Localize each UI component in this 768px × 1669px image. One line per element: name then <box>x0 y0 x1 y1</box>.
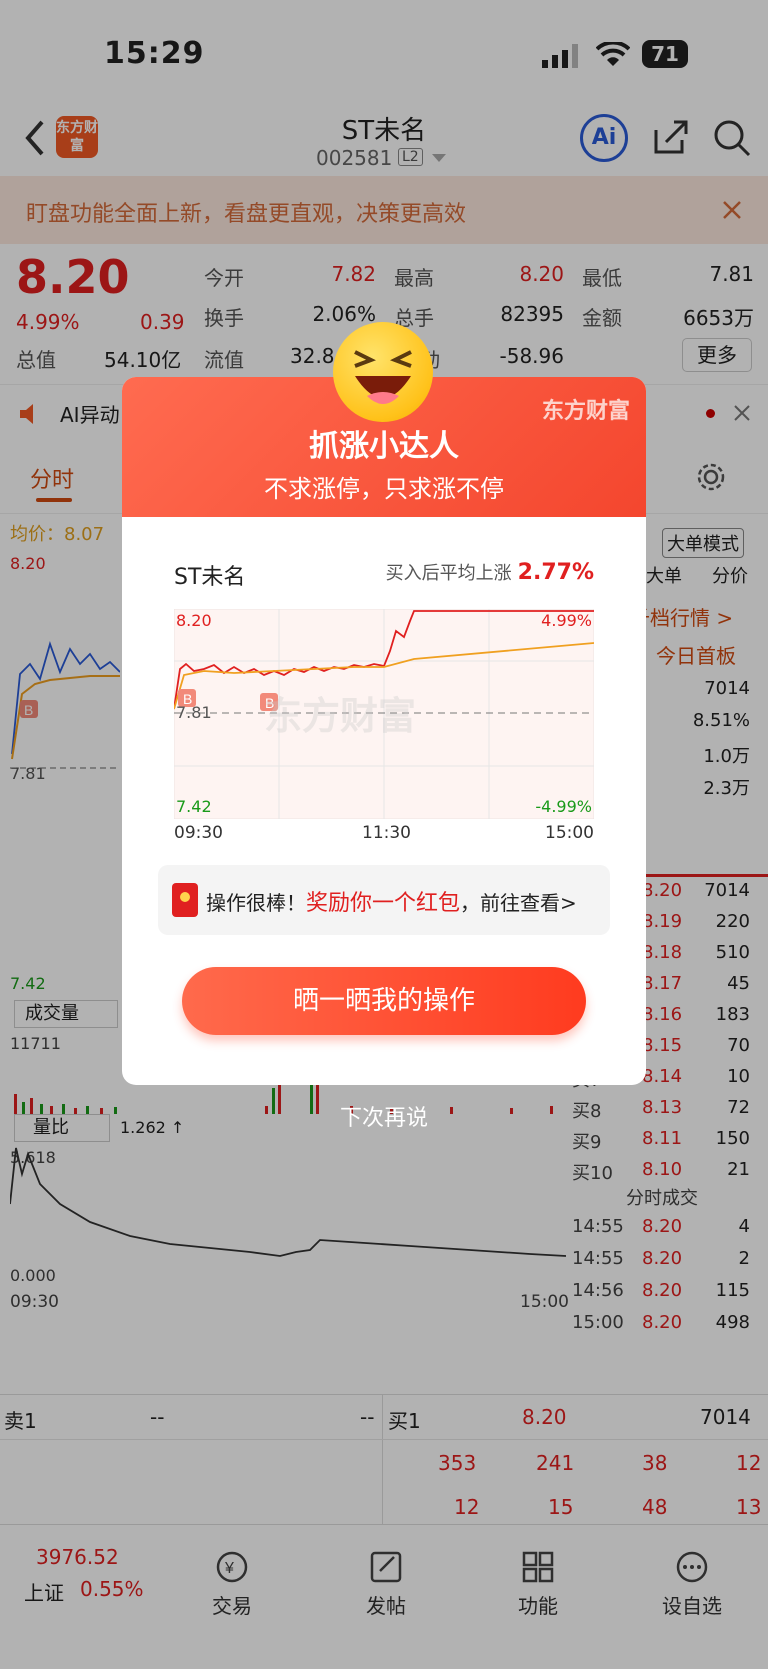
modal-chart-high-pct: 4.99% <box>541 611 592 630</box>
share-operation-button[interactable]: 晒一晒我的操作 <box>182 967 586 1035</box>
red-packet-text: 操作很棒！奖励你一个红包，前往查看> <box>206 891 577 916</box>
modal-chart-high: 8.20 <box>176 611 212 630</box>
modal-subtitle: 不求涨停，只求涨不停 <box>264 475 504 503</box>
laughing-emoji-icon <box>333 322 433 422</box>
modal-chart: B B 8.20 4.99% 7.81 东方财富 7.42 -4.99% <box>173 608 595 820</box>
modal-chart-base: 7.81 <box>176 703 212 722</box>
red-packet-banner[interactable]: 操作很棒！奖励你一个红包，前往查看> <box>158 865 610 935</box>
modal-chart-low: 7.42 <box>176 797 212 816</box>
modal-time-axis: 09:30 11:30 15:00 <box>174 823 594 843</box>
later-button[interactable]: 下次再说 <box>0 1100 768 1132</box>
modal-stock-name: ST未名 <box>174 565 246 590</box>
watermark: 东方财富 <box>264 694 417 738</box>
modal-title: 抓涨小达人 <box>309 429 459 464</box>
red-packet-icon <box>172 883 198 917</box>
modal-gain: 买入后平均上涨 2.77% <box>385 560 594 585</box>
achievement-modal: 东方财富 抓涨小达人 不求涨停，只求涨不停 ST未名 买入后平均上涨 2.77% … <box>122 377 646 1085</box>
modal-chart-low-pct: -4.99% <box>535 797 592 816</box>
